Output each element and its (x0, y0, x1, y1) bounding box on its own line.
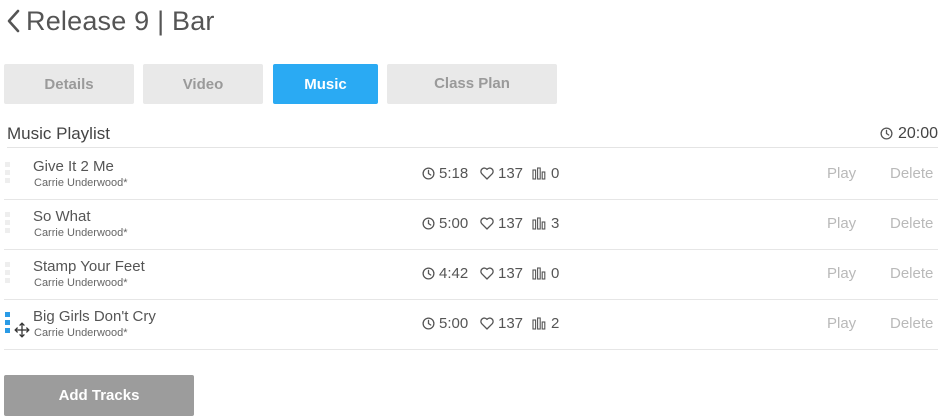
header: Release 9 | Bar (6, 4, 215, 38)
play-button[interactable]: Play (827, 215, 856, 232)
duration-value: 5:00 (439, 215, 469, 232)
bar-chart-icon (532, 217, 546, 230)
bar-chart-icon (532, 267, 546, 280)
heart-icon (480, 167, 494, 180)
track-row: Give It 2 Me Carrie Underwood* 5:18 137 … (4, 150, 938, 200)
tab-details[interactable]: Details (4, 64, 134, 104)
likes-value: 137 (498, 265, 524, 282)
clock-icon (422, 267, 435, 280)
move-arrows-icon[interactable] (14, 322, 30, 338)
bar-chart-icon (532, 167, 546, 180)
track-row: Stamp Your Feet Carrie Underwood* 4:42 1… (4, 250, 938, 300)
track-artist: Carrie Underwood* (34, 227, 128, 239)
delete-button[interactable]: Delete (890, 315, 933, 332)
track-name: Give It 2 Me (33, 158, 114, 175)
track-row: So What Carrie Underwood* 5:00 137 3 Pla… (4, 200, 938, 250)
page: Release 9 | Bar Details Video Music Clas… (0, 0, 940, 416)
track-plays: 3 (532, 215, 559, 232)
duration-value: 4:42 (439, 265, 469, 282)
duration-value: 5:00 (439, 315, 469, 332)
likes-value: 137 (498, 315, 524, 332)
track-duration: 5:18 (422, 165, 468, 182)
tab-video[interactable]: Video (143, 64, 263, 104)
track-artist: Carrie Underwood* (34, 277, 128, 289)
playlist-header: Music Playlist 20:00 (7, 120, 938, 148)
tab-music[interactable]: Music (273, 64, 378, 104)
track-duration: 4:42 (422, 265, 468, 282)
track-row: Big Girls Don't Cry Carrie Underwood* 5:… (4, 300, 938, 350)
plays-value: 3 (551, 215, 560, 232)
track-likes: 137 (480, 165, 523, 182)
add-tracks-button[interactable]: Add Tracks (4, 375, 194, 416)
delete-button[interactable]: Delete (890, 215, 933, 232)
track-plays: 0 (532, 165, 559, 182)
heart-icon (480, 217, 494, 230)
track-artist: Carrie Underwood* (34, 177, 128, 189)
total-duration-value: 20:00 (897, 124, 938, 142)
track-plays: 2 (532, 315, 559, 332)
duration-value: 5:18 (439, 165, 469, 182)
delete-button[interactable]: Delete (890, 265, 933, 282)
likes-value: 137 (498, 215, 524, 232)
clock-icon (422, 167, 435, 180)
track-list: Give It 2 Me Carrie Underwood* 5:18 137 … (4, 150, 938, 350)
playlist-total-duration: 20:00 (880, 125, 938, 143)
track-likes: 137 (480, 265, 523, 282)
drag-handle[interactable] (5, 312, 11, 338)
play-button[interactable]: Play (827, 265, 856, 282)
track-name: So What (33, 208, 91, 225)
drag-handle[interactable] (5, 212, 11, 238)
page-title: Release 9 | Bar (26, 5, 215, 36)
track-plays: 0 (532, 265, 559, 282)
likes-value: 137 (498, 165, 524, 182)
plays-value: 0 (551, 265, 560, 282)
clock-icon (422, 217, 435, 230)
track-name: Big Girls Don't Cry (33, 308, 156, 325)
clock-icon (422, 317, 435, 330)
chevron-left-icon[interactable] (6, 8, 22, 34)
play-button[interactable]: Play (827, 315, 856, 332)
plays-value: 2 (551, 315, 560, 332)
track-duration: 5:00 (422, 215, 468, 232)
playlist-title: Music Playlist (7, 123, 110, 143)
tab-bar: Details Video Music Class Plan (4, 64, 557, 104)
track-likes: 137 (480, 215, 523, 232)
heart-icon (480, 317, 494, 330)
tab-class-plan[interactable]: Class Plan (387, 64, 557, 104)
drag-handle[interactable] (5, 262, 11, 288)
heart-icon (480, 267, 494, 280)
play-button[interactable]: Play (827, 165, 856, 182)
clock-icon (880, 127, 893, 140)
track-name: Stamp Your Feet (33, 258, 145, 275)
track-likes: 137 (480, 315, 523, 332)
delete-button[interactable]: Delete (890, 165, 933, 182)
plays-value: 0 (551, 165, 560, 182)
track-duration: 5:00 (422, 315, 468, 332)
bar-chart-icon (532, 317, 546, 330)
track-artist: Carrie Underwood* (34, 327, 128, 339)
drag-handle[interactable] (5, 162, 11, 188)
